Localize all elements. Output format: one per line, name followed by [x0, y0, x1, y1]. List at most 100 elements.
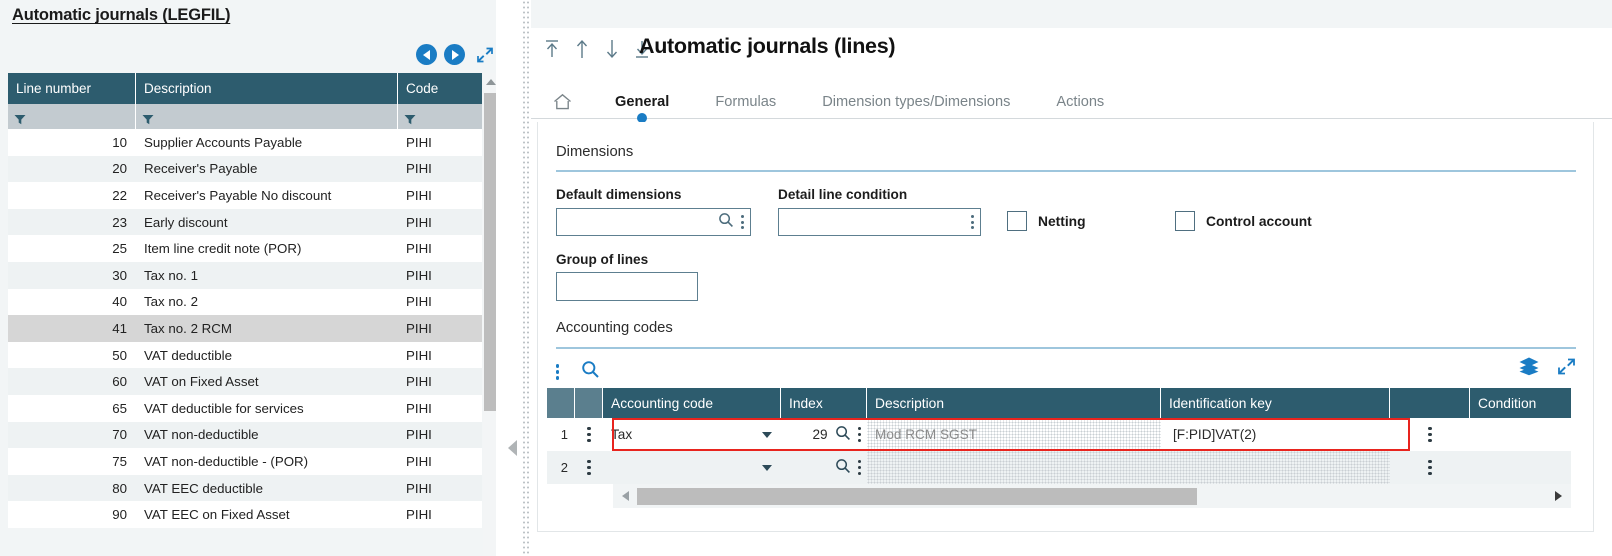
journal-lines-table: Line number Description Code 10 Supplier… — [8, 73, 482, 556]
cell-code: PIHI — [406, 161, 432, 177]
cell-line-number: 20 — [112, 161, 127, 177]
search-icon[interactable] — [835, 425, 851, 444]
column-header-condition[interactable]: Condition — [1470, 388, 1571, 418]
column-header-code[interactable]: Code — [398, 73, 482, 104]
cell-code: PIHI — [406, 507, 432, 523]
kebab-menu-icon[interactable] — [556, 364, 560, 380]
table-row[interactable]: 80 VAT EEC deductible PIHI — [8, 474, 482, 502]
column-header-identification-key[interactable]: Identification key — [1161, 388, 1390, 418]
filter-cell-code[interactable] — [398, 104, 482, 129]
circle-left-arrow-icon[interactable] — [416, 44, 437, 65]
cell-description: Supplier Accounts Payable — [144, 134, 303, 150]
table-row[interactable]: 60 VAT on Fixed Asset PIHI — [8, 368, 482, 395]
kebab-menu-icon[interactable] — [857, 426, 861, 443]
table-row[interactable]: 10 Supplier Accounts Payable PIHI — [8, 129, 482, 156]
filter-cell-line-number[interactable] — [8, 104, 136, 129]
kebab-menu-icon[interactable] — [857, 459, 861, 476]
column-header-row-selector — [547, 388, 575, 418]
cell-identification-key[interactable] — [1161, 451, 1390, 484]
row-overflow-menu-icon[interactable] — [1390, 418, 1470, 451]
column-header-line-number[interactable]: Line number — [8, 73, 136, 104]
funnel-filter-icon — [142, 112, 154, 124]
filter-cell-description[interactable] — [136, 104, 398, 129]
table-row[interactable]: 20 Receiver's Payable PIHI — [8, 155, 482, 183]
table-filter-row — [8, 104, 482, 129]
layers-stack-icon[interactable] — [1518, 356, 1540, 381]
checkbox-box[interactable] — [1175, 211, 1195, 231]
expand-diagonal-icon[interactable] — [476, 46, 494, 64]
search-icon[interactable] — [718, 212, 734, 233]
cell-condition[interactable] — [1470, 418, 1571, 451]
cell-line-number: 40 — [112, 294, 127, 310]
cell-index[interactable]: 29 — [781, 418, 867, 451]
checkbox-box[interactable] — [1007, 211, 1027, 231]
row-menu-icon[interactable] — [575, 451, 603, 484]
search-icon[interactable] — [581, 360, 600, 384]
scroll-left-arrow-icon[interactable] — [622, 491, 629, 501]
table-row[interactable]: 25 Item line credit note (POR) PIHI — [8, 235, 482, 262]
previous-record-up-icon[interactable] — [573, 38, 591, 65]
accounting-codes-grid: Accounting code Index Description Identi… — [547, 388, 1571, 508]
funnel-filter-icon — [14, 112, 26, 124]
scrollbar-thumb[interactable] — [637, 487, 1197, 505]
row-menu-icon[interactable] — [575, 418, 603, 451]
table-row[interactable]: 30 Tax no. 1 PIHI — [8, 261, 482, 289]
detail-line-condition-field[interactable] — [778, 208, 981, 236]
table-row[interactable]: 65 VAT deductible for services PIHI — [8, 394, 482, 422]
collapse-left-triangle-icon[interactable] — [508, 440, 517, 456]
page-title: Automatic journals (LEGFIL) — [12, 6, 231, 24]
cell-condition[interactable] — [1470, 451, 1571, 484]
table-row[interactable]: 90 VAT EEC on Fixed Asset PIHI — [8, 501, 482, 528]
grid-row[interactable]: 2 — [547, 451, 1571, 484]
cell-description: VAT deductible — [144, 347, 232, 363]
scroll-right-arrow-icon[interactable] — [1555, 491, 1562, 501]
tab-actions[interactable]: Actions — [1033, 86, 1127, 118]
first-record-up-icon[interactable] — [543, 38, 561, 65]
table-row[interactable]: 50 VAT deductible PIHI — [8, 341, 482, 369]
column-header-description[interactable]: Description — [867, 388, 1161, 418]
detail-topbar — [531, 0, 1612, 28]
table-body: 10 Supplier Accounts Payable PIHI 20 Receive… — [8, 129, 482, 556]
kebab-menu-icon[interactable] — [971, 215, 974, 229]
default-dimensions-field[interactable] — [556, 208, 751, 236]
control-account-checkbox[interactable]: Control account — [1175, 211, 1312, 231]
netting-checkbox[interactable]: Netting — [1007, 211, 1086, 231]
kebab-menu-icon[interactable] — [741, 215, 744, 229]
search-icon[interactable] — [835, 458, 851, 477]
chevron-down-icon[interactable] — [762, 431, 772, 438]
cell-code: PIHI — [406, 294, 432, 310]
cell-code: PIHI — [406, 214, 432, 230]
table-row[interactable]: 75 VAT non-deductible - (POR) PIHI — [8, 448, 482, 475]
table-row[interactable]: 70 VAT non-deductible PIHI — [8, 421, 482, 449]
cell-code: PIHI — [406, 453, 432, 469]
expand-diagonal-icon[interactable] — [1557, 357, 1576, 381]
row-number: 2 — [560, 460, 568, 475]
cell-accounting-code[interactable] — [603, 451, 781, 484]
section-title-accounting-codes: Accounting codes — [556, 320, 673, 336]
cell-accounting-code[interactable]: Tax — [603, 418, 781, 451]
column-header-accounting-code[interactable]: Accounting code — [603, 388, 781, 418]
group-of-lines-field[interactable] — [556, 272, 698, 301]
table-row[interactable]: 22 Receiver's Payable No discount PIHI — [8, 182, 482, 209]
row-overflow-menu-icon[interactable] — [1390, 451, 1470, 484]
grid-row[interactable]: 1 Tax 29 Mod RCM SGST [F:PID]VAT(2) — [547, 418, 1571, 451]
tab-formulas[interactable]: Formulas — [692, 86, 799, 118]
grid-horizontal-scrollbar[interactable] — [613, 484, 1571, 508]
column-header-description[interactable]: Description — [136, 73, 398, 104]
column-header-index[interactable]: Index — [781, 388, 867, 418]
tab-dimension-types-dimensions[interactable]: Dimension types/Dimensions — [799, 86, 1033, 118]
home-icon[interactable] — [553, 93, 572, 111]
cell-identification-key[interactable]: [F:PID]VAT(2) — [1161, 418, 1390, 451]
table-row[interactable]: 23 Early discount PIHI — [8, 208, 482, 236]
cell-index[interactable] — [781, 451, 867, 484]
chevron-down-icon[interactable] — [762, 464, 772, 471]
row-number: 1 — [560, 427, 568, 442]
next-record-down-icon[interactable] — [603, 38, 621, 65]
table-row[interactable]: 40 Tax no. 2 PIHI — [8, 288, 482, 316]
cell-description — [867, 451, 1161, 484]
record-navigation — [543, 38, 651, 65]
table-row[interactable]: 41 Tax no. 2 RCM PIHI — [8, 315, 482, 342]
label-group-of-lines: Group of lines — [556, 252, 649, 267]
tab-general[interactable]: General — [592, 86, 692, 123]
circle-right-arrow-icon[interactable] — [444, 44, 465, 65]
